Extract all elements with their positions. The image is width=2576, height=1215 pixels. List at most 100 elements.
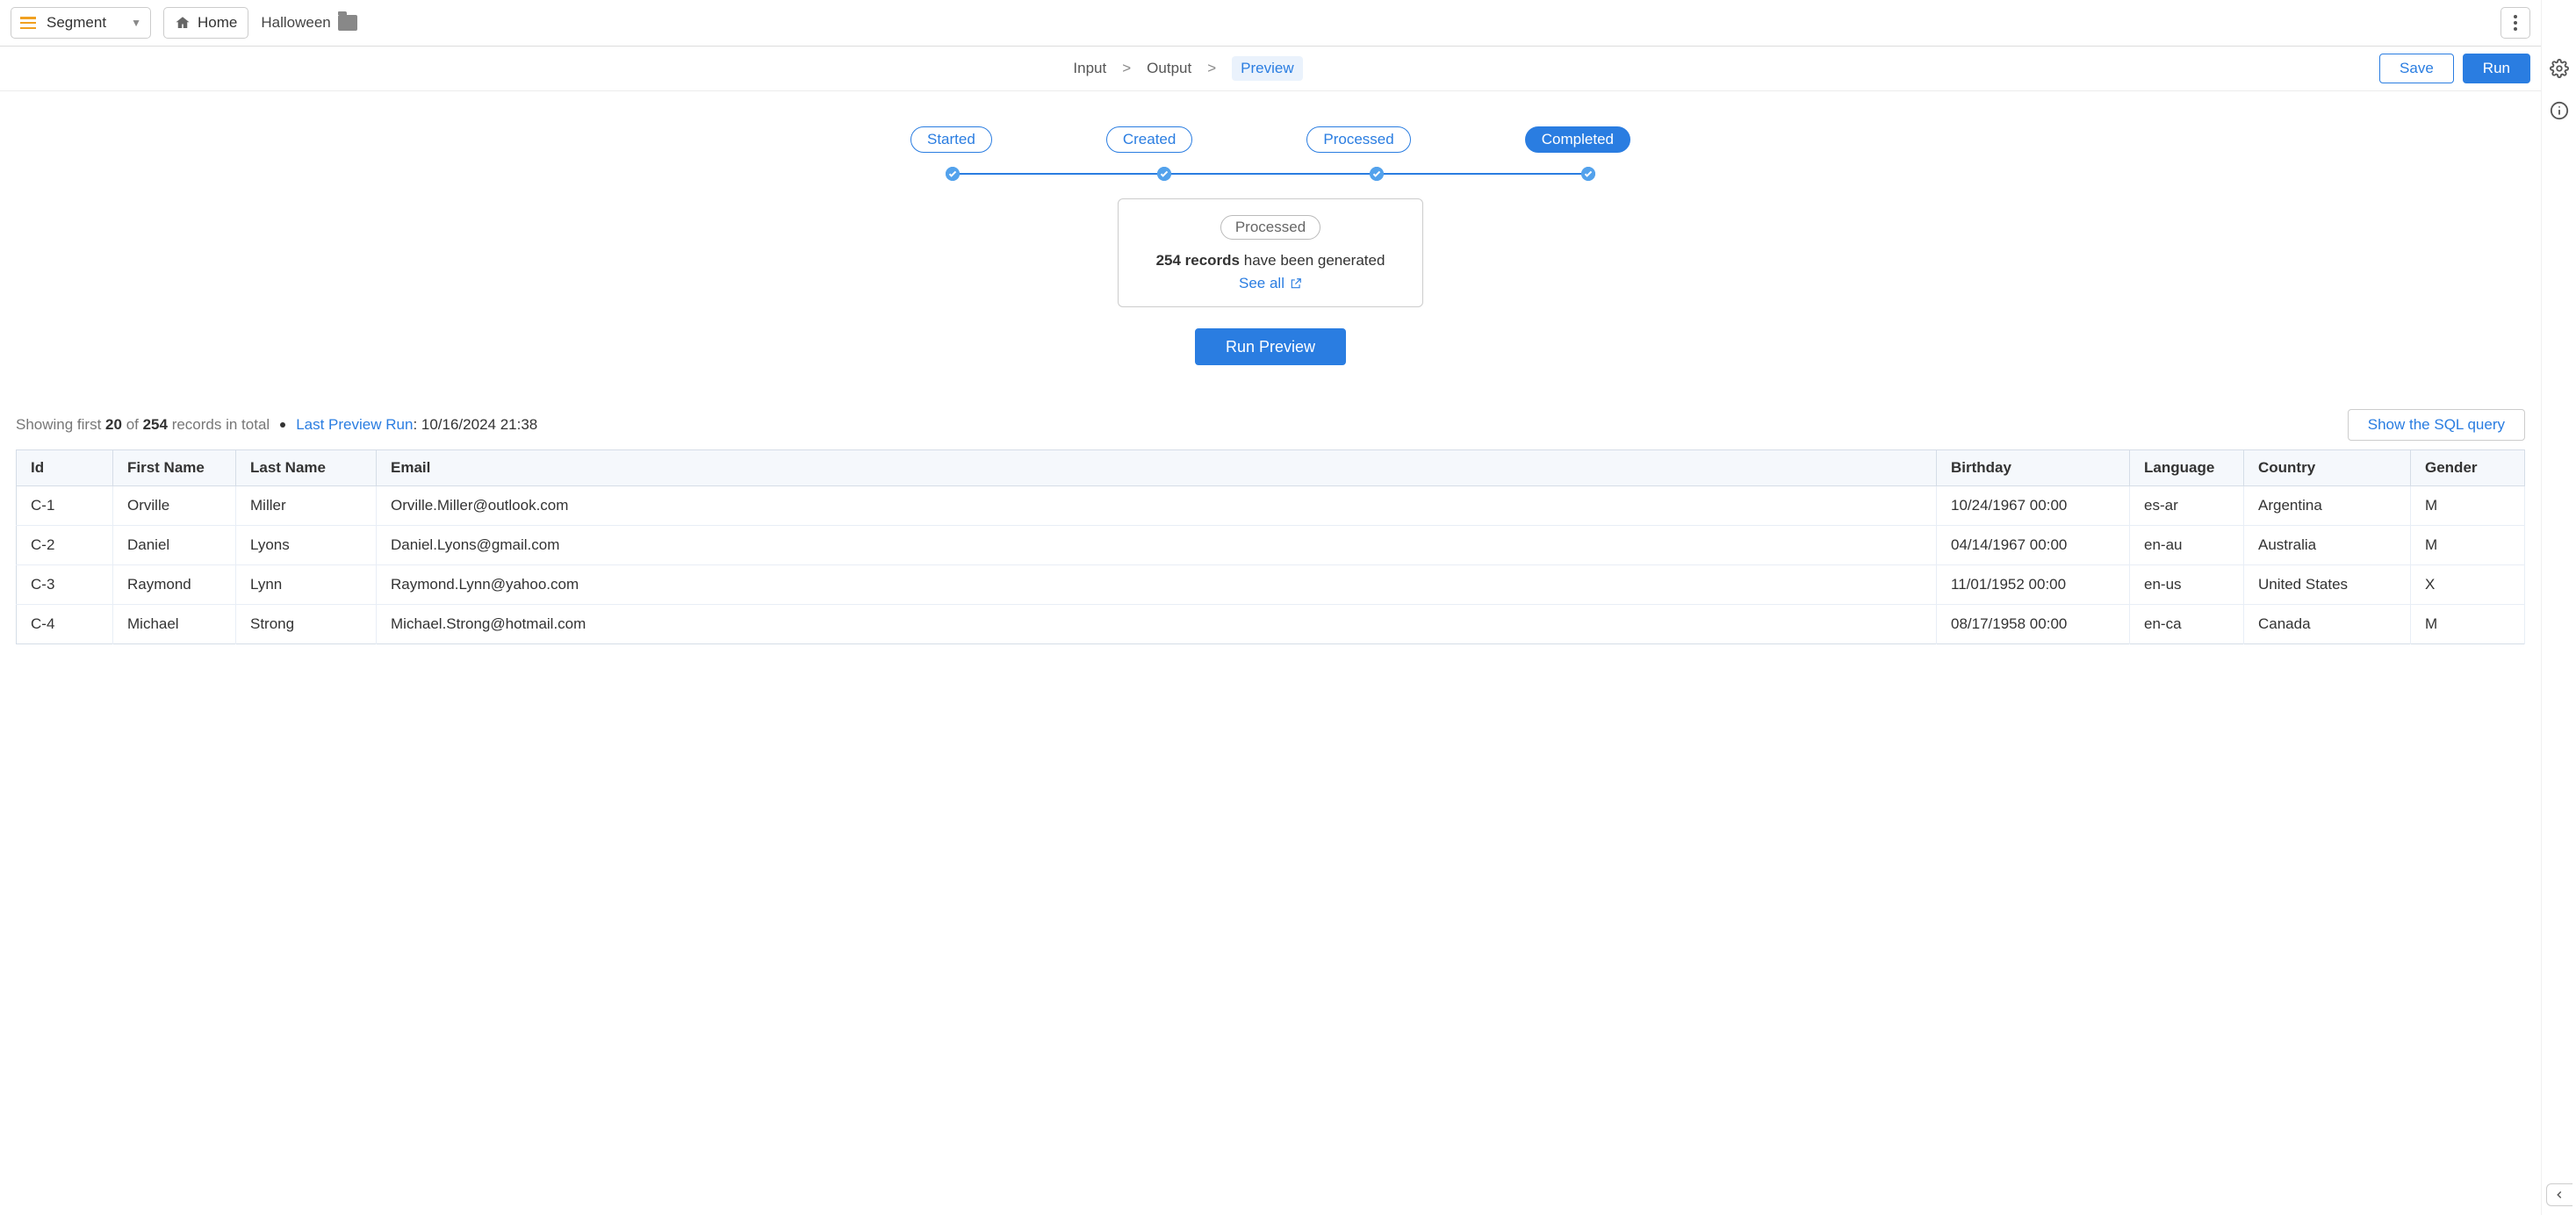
save-button[interactable]: Save bbox=[2379, 54, 2454, 83]
cell-id: C-2 bbox=[17, 526, 113, 565]
table-body: C-1OrvilleMillerOrville.Miller@outlook.c… bbox=[17, 486, 2525, 644]
folder-icon bbox=[338, 15, 357, 31]
settings-button[interactable] bbox=[2547, 56, 2572, 81]
of-text: of bbox=[122, 416, 143, 433]
tab-input[interactable]: Input bbox=[1073, 60, 1106, 77]
cell-first: Michael bbox=[113, 605, 236, 644]
last-preview-run: Last Preview Run: 10/16/2024 21:38 bbox=[296, 416, 537, 434]
cell-first: Raymond bbox=[113, 565, 236, 605]
cell-id: C-1 bbox=[17, 486, 113, 526]
col-last-name[interactable]: Last Name bbox=[236, 450, 377, 486]
records-generated-text: 254 records have been generated bbox=[1131, 252, 1410, 270]
chevron-left-icon bbox=[2553, 1189, 2565, 1201]
hamburger-icon bbox=[20, 17, 36, 29]
results-table: Id First Name Last Name Email Birthday L… bbox=[16, 449, 2525, 644]
showing-total: 254 bbox=[143, 416, 168, 433]
home-icon bbox=[175, 15, 191, 31]
showing-text: Showing first 20 of 254 records in total bbox=[16, 416, 270, 434]
more-button[interactable] bbox=[2500, 7, 2530, 39]
cell-email: Michael.Strong@hotmail.com bbox=[377, 605, 1937, 644]
home-button[interactable]: Home bbox=[163, 7, 248, 39]
breadcrumb-project[interactable]: Halloween bbox=[261, 14, 356, 32]
segment-label: Segment bbox=[47, 14, 106, 32]
cell-country: Canada bbox=[2244, 605, 2411, 644]
progress-steps: Started Created Processed Completed bbox=[910, 126, 1630, 181]
col-country[interactable]: Country bbox=[2244, 450, 2411, 486]
cell-gender: M bbox=[2411, 526, 2525, 565]
workflow-tabs: Input > Output > Preview bbox=[1073, 56, 1302, 81]
external-link-icon bbox=[1290, 277, 1302, 290]
home-label: Home bbox=[198, 14, 237, 32]
last-preview-time: 10/16/2024 21:38 bbox=[421, 416, 537, 433]
subbar: Input > Output > Preview Save Run bbox=[0, 47, 2541, 91]
cell-first: Daniel bbox=[113, 526, 236, 565]
cell-last: Strong bbox=[236, 605, 377, 644]
step-processed[interactable]: Processed bbox=[1306, 126, 1410, 153]
col-gender[interactable]: Gender bbox=[2411, 450, 2525, 486]
check-icon bbox=[946, 167, 960, 181]
gear-icon bbox=[2550, 59, 2569, 78]
tab-preview[interactable]: Preview bbox=[1232, 56, 1302, 81]
cell-email: Daniel.Lyons@gmail.com bbox=[377, 526, 1937, 565]
processed-callout: Processed 254 records have been generate… bbox=[1118, 198, 1423, 307]
col-email[interactable]: Email bbox=[377, 450, 1937, 486]
topbar: Segment ▼ Home Halloween bbox=[0, 0, 2541, 47]
step-completed[interactable]: Completed bbox=[1525, 126, 1630, 153]
table-row[interactable]: C-1OrvilleMillerOrville.Miller@outlook.c… bbox=[17, 486, 2525, 526]
run-preview-button[interactable]: Run Preview bbox=[1195, 328, 1346, 365]
cell-country: United States bbox=[2244, 565, 2411, 605]
info-button[interactable] bbox=[2547, 98, 2572, 123]
tab-output[interactable]: Output bbox=[1147, 60, 1191, 77]
table-header: Id First Name Last Name Email Birthday L… bbox=[17, 450, 2525, 486]
col-birthday[interactable]: Birthday bbox=[1937, 450, 2130, 486]
check-icon bbox=[1157, 167, 1171, 181]
cell-last: Lynn bbox=[236, 565, 377, 605]
step-started[interactable]: Started bbox=[910, 126, 992, 153]
cell-birthday: 10/24/1967 00:00 bbox=[1937, 486, 2130, 526]
kebab-icon bbox=[2514, 15, 2517, 31]
check-icon bbox=[1581, 167, 1595, 181]
table-row[interactable]: C-3RaymondLynnRaymond.Lynn@yahoo.com11/0… bbox=[17, 565, 2525, 605]
table-status-bar: Showing first 20 of 254 records in total… bbox=[16, 409, 2525, 441]
project-name: Halloween bbox=[261, 14, 330, 32]
col-id[interactable]: Id bbox=[17, 450, 113, 486]
cell-id: C-4 bbox=[17, 605, 113, 644]
step-created[interactable]: Created bbox=[1106, 126, 1192, 153]
records-text: records in total bbox=[168, 416, 270, 433]
content-area[interactable]: Started Created Processed Completed Proc… bbox=[0, 91, 2541, 1215]
cell-gender: X bbox=[2411, 565, 2525, 605]
cell-email: Orville.Miller@outlook.com bbox=[377, 486, 1937, 526]
cell-email: Raymond.Lynn@yahoo.com bbox=[377, 565, 1937, 605]
segment-dropdown[interactable]: Segment ▼ bbox=[11, 7, 151, 39]
show-sql-button[interactable]: Show the SQL query bbox=[2348, 409, 2525, 441]
cell-lang: en-us bbox=[2130, 565, 2244, 605]
cell-birthday: 04/14/1967 00:00 bbox=[1937, 526, 2130, 565]
separator-dot-icon bbox=[280, 422, 285, 428]
last-preview-label: Last Preview Run bbox=[296, 416, 413, 433]
cell-last: Miller bbox=[236, 486, 377, 526]
cell-birthday: 11/01/1952 00:00 bbox=[1937, 565, 2130, 605]
run-button[interactable]: Run bbox=[2463, 54, 2530, 83]
showing-first: 20 bbox=[105, 416, 122, 433]
cell-last: Lyons bbox=[236, 526, 377, 565]
chevron-right-icon: > bbox=[1207, 60, 1216, 77]
cell-lang: en-au bbox=[2130, 526, 2244, 565]
info-icon bbox=[2550, 101, 2569, 120]
see-all-label: See all bbox=[1239, 275, 1284, 292]
chevron-right-icon: > bbox=[1122, 60, 1131, 77]
showing-prefix: Showing first bbox=[16, 416, 105, 433]
right-rail bbox=[2541, 0, 2576, 1215]
cell-gender: M bbox=[2411, 605, 2525, 644]
col-first-name[interactable]: First Name bbox=[113, 450, 236, 486]
cell-id: C-3 bbox=[17, 565, 113, 605]
records-rest: have been generated bbox=[1240, 252, 1385, 269]
table-row[interactable]: C-2DanielLyonsDaniel.Lyons@gmail.com04/1… bbox=[17, 526, 2525, 565]
cell-lang: en-ca bbox=[2130, 605, 2244, 644]
see-all-link[interactable]: See all bbox=[1239, 275, 1302, 292]
table-row[interactable]: C-4MichaelStrongMichael.Strong@hotmail.c… bbox=[17, 605, 2525, 644]
records-count: 254 records bbox=[1156, 252, 1240, 269]
collapse-rail-button[interactable] bbox=[2546, 1183, 2572, 1206]
cell-birthday: 08/17/1958 00:00 bbox=[1937, 605, 2130, 644]
col-language[interactable]: Language bbox=[2130, 450, 2244, 486]
cell-first: Orville bbox=[113, 486, 236, 526]
